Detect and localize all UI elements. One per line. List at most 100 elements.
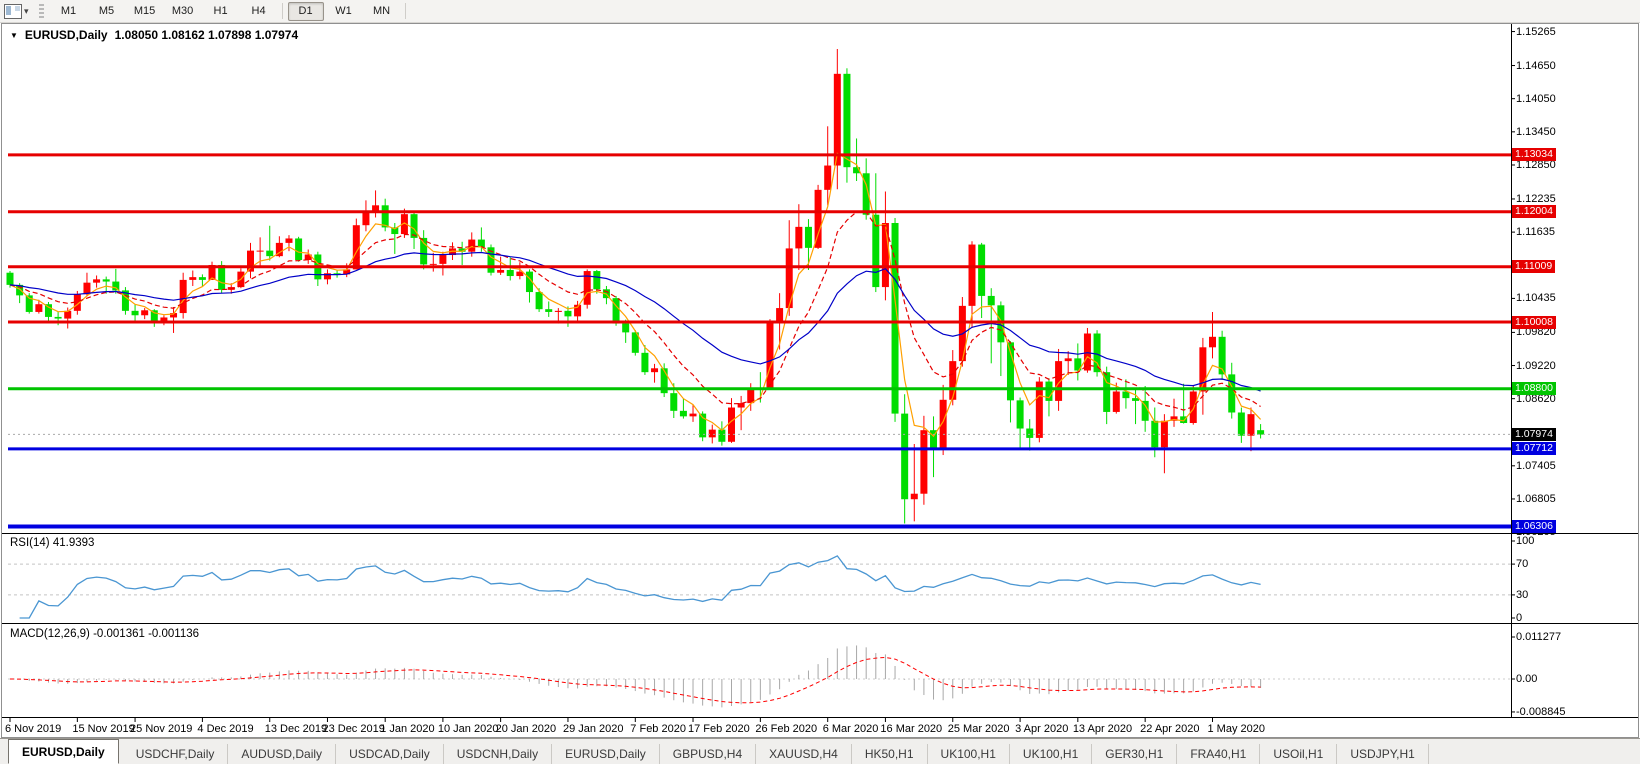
- candle-body: [670, 393, 677, 411]
- candle-body: [7, 273, 14, 285]
- rsi-indicator-label: RSI(14) 41.9393: [10, 537, 94, 549]
- level-price-chip: 1.12004: [1512, 205, 1556, 218]
- candle-body: [382, 205, 389, 227]
- chart-tab-usdchf-daily[interactable]: USDCHF,Daily: [123, 744, 229, 764]
- timeframe-button-m15[interactable]: M15: [127, 2, 163, 21]
- timeframe-button-m5[interactable]: M5: [89, 2, 125, 21]
- chart-tab-hk50-h1[interactable]: HK50,H1: [852, 744, 928, 764]
- candle-body: [83, 283, 90, 295]
- candle-body: [199, 277, 206, 280]
- chart-tab-usdjpy-h1[interactable]: USDJPY,H1: [1337, 744, 1428, 764]
- candle-body: [766, 322, 773, 388]
- price-axis-tick-label: 1.10435: [1516, 292, 1556, 304]
- chart-tab-fra40-h1[interactable]: FRA40,H1: [1177, 744, 1260, 764]
- dropdown-caret-icon[interactable]: ▾: [24, 6, 29, 17]
- price-axis-tick-label: 1.07405: [1516, 460, 1556, 472]
- candle-body: [690, 414, 697, 417]
- chart-tab-bar: EURUSD,DailyUSDCHF,DailyAUDUSD,DailyUSDC…: [0, 738, 1640, 764]
- timeframe-button-m1[interactable]: M1: [51, 2, 87, 21]
- date-axis-label: 15 Nov 2019: [72, 723, 134, 735]
- candle-body: [103, 279, 110, 281]
- candle-body: [593, 271, 600, 289]
- chart-symbol-label: EURUSD,Daily: [25, 28, 108, 42]
- candle-body: [93, 279, 100, 282]
- candle-body: [613, 298, 620, 323]
- chart-tab-usdcnh-daily[interactable]: USDCNH,Daily: [444, 744, 552, 764]
- date-axis-label: 20 Jan 2020: [496, 723, 557, 735]
- timeframe-button-mn[interactable]: MN: [364, 2, 400, 21]
- date-axis-label: 13 Dec 2019: [265, 723, 327, 735]
- timeframe-buttons: M1M5M15M30H1H4 D1W1MN: [50, 2, 410, 21]
- candle-body: [776, 308, 783, 322]
- current-price-chip: 1.07974: [1512, 428, 1556, 441]
- level-price-chip: 1.08800: [1512, 382, 1556, 395]
- chart-tab-eurusd-daily[interactable]: EURUSD,Daily: [552, 744, 660, 764]
- date-axis-label: 29 Jan 2020: [563, 723, 624, 735]
- level-price-chip: 1.11009: [1512, 260, 1555, 273]
- date-axis-label: 22 Apr 2020: [1140, 723, 1199, 735]
- collapse-triangle-icon[interactable]: ▼: [10, 31, 18, 40]
- chart-tab-usoil-h1[interactable]: USOil,H1: [1260, 744, 1337, 764]
- date-axis-label: 25 Nov 2019: [130, 723, 192, 735]
- date-axis-label: 1 May 2020: [1208, 723, 1265, 735]
- candle-body: [1017, 400, 1024, 428]
- candle-body: [622, 324, 629, 333]
- candle-body: [824, 166, 831, 190]
- chart-tab-uk100-h1[interactable]: UK100,H1: [1010, 744, 1092, 764]
- chart-tab-usdcad-daily[interactable]: USDCAD,Daily: [336, 744, 444, 764]
- candle-body: [35, 304, 42, 312]
- timeframe-button-m30[interactable]: M30: [165, 2, 201, 21]
- candle-body: [949, 361, 956, 400]
- price-chart-canvas[interactable]: [0, 0, 1640, 764]
- chart-tab-ger30-h1[interactable]: GER30,H1: [1092, 744, 1177, 764]
- timeframe-button-h4[interactable]: H4: [241, 2, 277, 21]
- toolbar-grip: [39, 4, 44, 19]
- level-price-chip: 1.06306: [1512, 520, 1556, 533]
- candle-body: [901, 414, 908, 500]
- candle-body: [112, 282, 119, 291]
- candle-body: [468, 240, 475, 252]
- chart-windows-icon[interactable]: [4, 4, 22, 19]
- rsi-axis-label: 100: [1516, 535, 1534, 547]
- toolbar-separator: [282, 3, 283, 19]
- candle-body: [920, 430, 927, 494]
- rsi-line: [20, 556, 1261, 618]
- rsi-name: RSI(14): [10, 537, 50, 549]
- date-axis-label: 1 Jan 2020: [380, 723, 434, 735]
- macd-axis-label: -0.008845: [1516, 706, 1566, 718]
- timeframe-button-w1[interactable]: W1: [326, 2, 362, 21]
- date-axis-label: 17 Feb 2020: [688, 723, 750, 735]
- date-axis-label: 13 Apr 2020: [1073, 723, 1132, 735]
- date-axis-label: 23 Dec 2019: [322, 723, 384, 735]
- candle-body: [795, 227, 802, 249]
- candle-body: [1084, 333, 1091, 370]
- date-axis-label: 3 Apr 2020: [1015, 723, 1068, 735]
- timeframe-button-d1[interactable]: D1: [288, 2, 324, 21]
- date-axis-label: 10 Jan 2020: [438, 723, 499, 735]
- level-price-chip: 1.07712: [1512, 442, 1556, 455]
- candle-body: [843, 74, 850, 167]
- price-axis-tick-label: 1.06805: [1516, 493, 1556, 505]
- candle-body: [997, 305, 1004, 342]
- date-axis-label: 7 Feb 2020: [630, 723, 686, 735]
- chart-tab-xauusd-h4[interactable]: XAUUSD,H4: [756, 744, 852, 764]
- candle-body: [815, 190, 822, 248]
- macd-axis-label: 0.00: [1516, 673, 1537, 685]
- candle-body: [1142, 401, 1149, 421]
- macd-axis-label: 0.011277: [1516, 631, 1561, 643]
- chart-ohlc-values: 1.08050 1.08162 1.07898 1.07974: [115, 28, 299, 42]
- candle-body: [189, 277, 196, 280]
- chart-tab-gbpusd-h4[interactable]: GBPUSD,H4: [660, 744, 756, 764]
- candle-body: [536, 292, 543, 309]
- chart-window-border: [2, 24, 1639, 738]
- candle-body: [1113, 392, 1120, 412]
- candle-body: [411, 214, 418, 238]
- chart-tab-eurusd-daily[interactable]: EURUSD,Daily: [8, 739, 119, 764]
- candle-body: [728, 408, 735, 442]
- chart-tab-uk100-h1[interactable]: UK100,H1: [928, 744, 1010, 764]
- price-axis-tick-label: 1.15265: [1516, 26, 1556, 38]
- chart-tab-audusd-daily[interactable]: AUDUSD,Daily: [228, 744, 336, 764]
- rsi-axis-label: 0: [1516, 612, 1522, 624]
- timeframe-toolbar: ▾ M1M5M15M30H1H4 D1W1MN: [0, 0, 1640, 23]
- timeframe-button-h1[interactable]: H1: [203, 2, 239, 21]
